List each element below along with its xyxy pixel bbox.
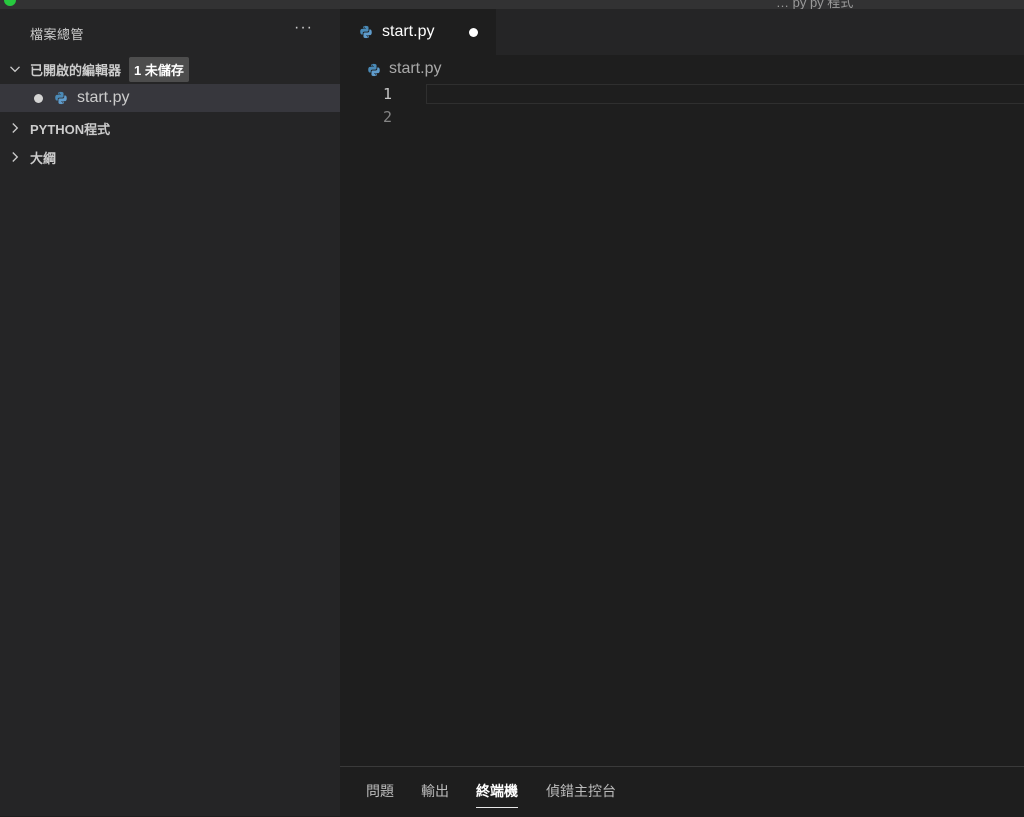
unsaved-dot-icon[interactable] <box>469 28 478 37</box>
explorer-title: 檔案總管 <box>30 27 85 42</box>
explorer-header: 檔案總管 ··· <box>0 9 340 55</box>
line-number: 2 <box>382 108 392 126</box>
editor-area: start.py start.py 1 2 問題 輸出 終端機 偵錯主控台 <box>340 9 1024 817</box>
chevron-right-icon <box>0 151 30 163</box>
section-open-editors[interactable]: 已開啟的編輯器 1 未儲存 <box>0 55 340 83</box>
panel-tab-terminal[interactable]: 終端機 <box>476 781 518 808</box>
line-number: 1 <box>382 85 392 103</box>
open-editor-filename: start.py <box>77 89 130 106</box>
panel-tab-debug-console[interactable]: 偵錯主控台 <box>546 781 616 807</box>
unsaved-badge: 1 未儲存 <box>129 56 189 82</box>
bottom-panel: 問題 輸出 終端機 偵錯主控台 <box>340 766 1024 817</box>
chevron-right-icon <box>0 122 30 134</box>
open-editor-item[interactable]: start.py <box>0 84 340 112</box>
tab-label: start.py <box>382 23 435 40</box>
breadcrumb[interactable]: start.py <box>340 57 1024 81</box>
title-bar: … py py 程式 <box>0 0 1024 10</box>
section-outline[interactable]: 大綱 <box>0 143 340 171</box>
section-python-folder[interactable]: PYTHON程式 <box>0 114 340 142</box>
tab-start-py[interactable]: start.py <box>340 9 496 55</box>
python-icon <box>367 63 381 77</box>
breadcrumb-file[interactable]: start.py <box>389 60 441 78</box>
python-icon <box>359 25 373 39</box>
chevron-down-icon <box>0 63 30 75</box>
section-label: 已開啟的編輯器 <box>30 62 122 78</box>
editor-tab-bar: start.py <box>340 9 1024 55</box>
line-number-gutter: 1 2 <box>340 83 420 129</box>
modified-dot-icon <box>34 94 43 103</box>
section-label: PYTHON程式 <box>30 121 111 137</box>
python-icon <box>54 91 68 105</box>
ellipsis-icon[interactable]: ··· <box>294 19 313 37</box>
explorer-sidebar: 檔案總管 ··· 已開啟的編輯器 1 未儲存 start.py PYTHON程式… <box>0 9 340 816</box>
window-close-button[interactable] <box>4 0 16 6</box>
section-label: 大綱 <box>30 150 57 166</box>
panel-tab-output[interactable]: 輸出 <box>421 781 449 807</box>
panel-tab-problems[interactable]: 問題 <box>366 781 394 807</box>
code-editor[interactable] <box>426 83 1024 763</box>
